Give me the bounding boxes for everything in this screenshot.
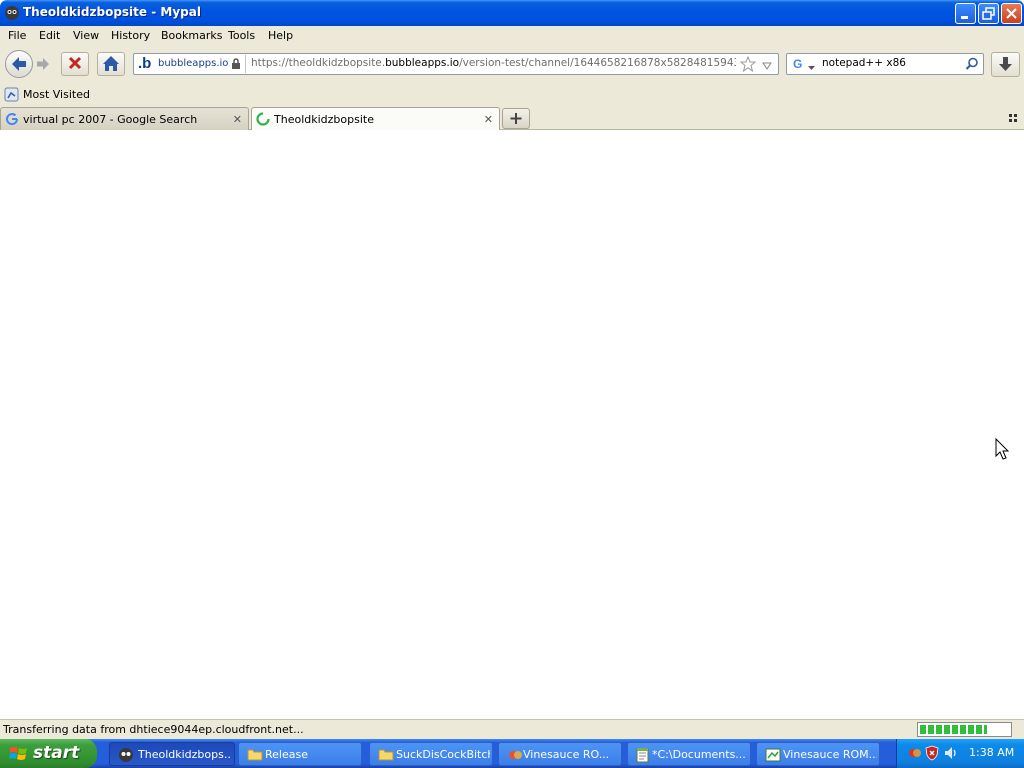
tab-close-icon[interactable]: ✕ bbox=[484, 113, 493, 126]
task-label: *C:\Documents... bbox=[652, 748, 746, 761]
menu-tools[interactable]: Tools bbox=[228, 29, 255, 42]
search-magnifier-icon[interactable] bbox=[965, 57, 979, 74]
taskbar: start Theoldkidzbops... Release SuckDisC… bbox=[0, 739, 1024, 768]
lock-icon bbox=[231, 58, 241, 73]
menu-edit[interactable]: Edit bbox=[39, 29, 60, 42]
tab-label: virtual pc 2007 - Google Search bbox=[23, 113, 198, 126]
site-identity-button[interactable]: .b bubbleapps.io bbox=[136, 55, 246, 73]
back-button[interactable] bbox=[5, 50, 33, 78]
start-label: start bbox=[33, 743, 80, 763]
google-engine-icon[interactable]: G bbox=[793, 57, 802, 71]
bookmark-star-icon[interactable] bbox=[739, 55, 757, 75]
task-label: Theoldkidzbops... bbox=[138, 748, 230, 761]
folder-icon bbox=[378, 747, 394, 764]
navigation-toolbar: .b bubbleapps.io https://theoldkidzbopsi… bbox=[0, 46, 1024, 84]
task-label: Vinesauce RO... bbox=[523, 748, 610, 761]
address-bar[interactable]: .b bubbleapps.io https://theoldkidzbopsi… bbox=[133, 53, 779, 75]
tab-label: Theoldkidzbopsite bbox=[274, 113, 374, 126]
url-domain: bubbleapps.io bbox=[385, 57, 460, 69]
notepad-icon bbox=[636, 747, 650, 766]
menu-bookmarks[interactable]: Bookmarks bbox=[161, 29, 222, 42]
plus-icon bbox=[510, 113, 522, 124]
menu-file[interactable]: File bbox=[8, 29, 26, 42]
url-prefix: https://theoldkidzbopsite. bbox=[251, 57, 386, 69]
taskbar-item-vinesauce-1[interactable]: Vinesauce RO... bbox=[498, 742, 622, 766]
image-viewer-icon bbox=[765, 747, 781, 766]
network-tray-icon[interactable] bbox=[907, 745, 923, 764]
search-bar[interactable]: G notepad++ x86 bbox=[786, 53, 984, 75]
status-text: Transferring data from dhtiece9044ep.clo… bbox=[3, 723, 304, 736]
folder-icon bbox=[247, 747, 263, 764]
back-arrow-icon bbox=[12, 57, 26, 71]
progress-fill bbox=[920, 725, 987, 734]
menu-history[interactable]: History bbox=[111, 29, 150, 42]
window-title: Theoldkidzbopsite - Mypal bbox=[23, 5, 201, 19]
bookmarks-toolbar: Most Visited bbox=[0, 84, 1024, 105]
loading-throbber-icon bbox=[256, 112, 270, 129]
home-button[interactable] bbox=[97, 52, 125, 76]
taskbar-item-notepad[interactable]: *C:\Documents... bbox=[627, 742, 751, 766]
tab-strip: virtual pc 2007 - Google Search ✕ Theold… bbox=[0, 105, 1024, 131]
mypal-task-icon bbox=[118, 747, 134, 766]
task-label: SuckDisCockBitch bbox=[396, 748, 490, 761]
home-icon bbox=[103, 56, 119, 71]
volume-tray-icon[interactable] bbox=[943, 745, 959, 764]
windows-flag-icon bbox=[9, 745, 29, 766]
menu-help[interactable]: Help bbox=[268, 29, 293, 42]
minimize-button[interactable] bbox=[955, 3, 976, 24]
system-tray: 1:38 AM bbox=[896, 739, 1024, 768]
stop-x-icon bbox=[68, 56, 82, 70]
mouse-pointer-icon bbox=[995, 437, 1011, 465]
tab-theoldkidzbopsite[interactable]: Theoldkidzbopsite ✕ bbox=[251, 107, 500, 131]
security-shield-tray-icon[interactable] bbox=[925, 745, 939, 764]
task-label: Vinesauce ROM... bbox=[783, 748, 877, 761]
url-dropdown-icon[interactable] bbox=[762, 60, 772, 73]
menu-bar: File Edit View History Bookmarks Tools H… bbox=[0, 26, 1024, 46]
mypal-app-icon bbox=[4, 5, 20, 21]
taskbar-item-folder[interactable]: SuckDisCockBitch bbox=[369, 742, 493, 766]
engine-dropdown-icon[interactable] bbox=[808, 61, 815, 74]
identity-host: bubbleapps.io bbox=[158, 58, 229, 69]
bubble-favicon-icon: .b bbox=[138, 55, 152, 72]
task-label: Release bbox=[265, 748, 308, 761]
tab-close-icon[interactable]: ✕ bbox=[233, 113, 242, 126]
taskbar-item-mypal[interactable]: Theoldkidzbops... bbox=[109, 742, 235, 766]
title-bar[interactable]: Theoldkidzbopsite - Mypal bbox=[0, 0, 1024, 26]
most-visited-folder-icon bbox=[4, 87, 19, 105]
page-content[interactable] bbox=[0, 130, 1024, 719]
status-bar: Transferring data from dhtiece9044ep.clo… bbox=[0, 719, 1024, 739]
tray-clock[interactable]: 1:38 AM bbox=[969, 746, 1014, 759]
url-text[interactable]: https://theoldkidzbopsite.bubbleapps.io/… bbox=[251, 57, 736, 69]
forward-button[interactable] bbox=[33, 54, 55, 74]
downloads-button[interactable] bbox=[991, 52, 1020, 77]
start-button[interactable]: start bbox=[0, 739, 97, 768]
close-window-button[interactable] bbox=[1001, 3, 1022, 24]
new-tab-button[interactable] bbox=[502, 108, 530, 129]
restore-button[interactable] bbox=[978, 3, 999, 24]
url-suffix: /version-test/channel/1644658216878x5828… bbox=[459, 57, 736, 69]
taskbar-item-release[interactable]: Release bbox=[238, 742, 362, 766]
menu-view[interactable]: View bbox=[73, 29, 99, 42]
tab-google-search[interactable]: virtual pc 2007 - Google Search ✕ bbox=[0, 107, 249, 130]
stop-button[interactable] bbox=[61, 52, 89, 76]
loading-progress-bar bbox=[917, 722, 1012, 737]
taskbar-item-vinesauce-2[interactable]: Vinesauce ROM... bbox=[756, 742, 880, 766]
google-favicon-icon bbox=[5, 112, 19, 129]
paint-app-icon bbox=[507, 747, 523, 766]
download-arrow-icon bbox=[999, 57, 1012, 71]
search-input[interactable]: notepad++ x86 bbox=[822, 57, 906, 69]
bookmark-most-visited[interactable]: Most Visited bbox=[23, 88, 90, 101]
forward-arrow-icon bbox=[37, 58, 49, 70]
list-all-tabs-icon[interactable] bbox=[1008, 113, 1018, 126]
